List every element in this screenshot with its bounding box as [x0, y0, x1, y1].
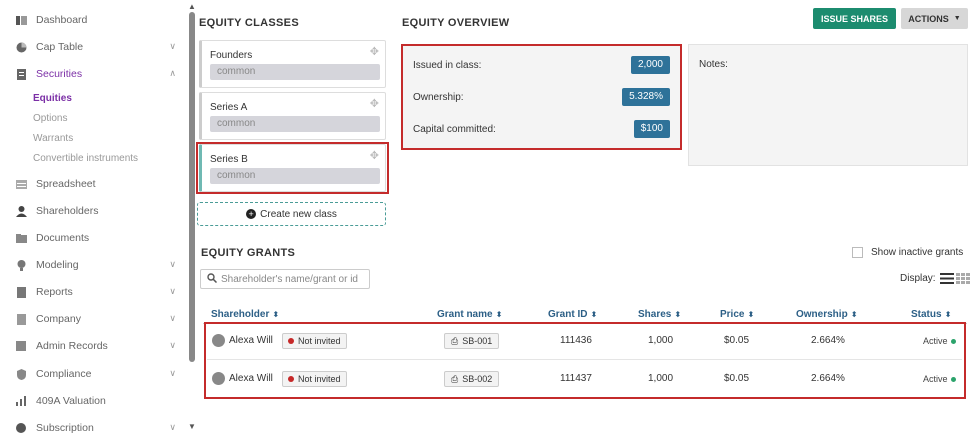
chevron-down-icon: ∨: [169, 41, 176, 51]
sort-icon: ⬍: [590, 310, 598, 319]
sort-icon: ⬍: [944, 310, 952, 319]
chevron-down-icon: ∨: [169, 259, 176, 269]
actions-dropdown-button[interactable]: ACTIONS ▼: [901, 8, 968, 29]
caret-down-icon: ▼: [953, 15, 961, 22]
building-icon: [14, 312, 28, 326]
scroll-up-arrow-icon[interactable]: ▲: [188, 2, 196, 11]
show-inactive-checkbox[interactable]: [852, 247, 863, 258]
scroll-down-arrow-icon[interactable]: ▼: [188, 422, 196, 431]
grant-search-field[interactable]: [200, 269, 370, 289]
document-icon: [14, 67, 28, 81]
sidebar-item-admin-records[interactable]: Admin Records ∨: [14, 336, 184, 356]
sort-icon: ⬍: [495, 310, 503, 319]
class-type-tag: common: [210, 64, 380, 80]
class-card-founders[interactable]: Founders ✥ common: [199, 40, 386, 88]
column-header-grant-id[interactable]: Grant ID ⬍: [548, 309, 597, 320]
pie-chart-icon: [14, 40, 28, 54]
plus-circle-icon: +: [246, 209, 257, 219]
issue-shares-button[interactable]: ISSUE SHARES: [813, 8, 896, 29]
class-type-tag: common: [210, 116, 380, 132]
highlight-box-grant-rows: [204, 322, 966, 399]
create-new-class-button[interactable]: + Create new class: [197, 202, 386, 226]
sidebar-subitem-warrants[interactable]: Warrants: [33, 130, 73, 146]
records-icon: [14, 339, 28, 353]
lightbulb-icon: [14, 258, 28, 272]
sidebar-item-company[interactable]: Company ∨: [14, 309, 184, 329]
sort-icon: ⬍: [850, 310, 858, 319]
sidebar-item-cap-table[interactable]: Cap Table ∨: [14, 37, 184, 57]
report-icon: [14, 285, 28, 299]
equity-classes-title: EQUITY CLASSES: [199, 17, 299, 29]
dashboard-icon: [14, 13, 28, 27]
highlight-box-overview: [401, 44, 682, 150]
column-header-status[interactable]: Status ⬍: [911, 309, 951, 320]
sidebar-item-modeling[interactable]: Modeling ∨: [14, 255, 184, 275]
move-icon[interactable]: ✥: [370, 45, 379, 58]
class-card-series-a[interactable]: Series A ✥ common: [199, 92, 386, 140]
chevron-down-icon: ∨: [169, 340, 176, 350]
person-icon: [14, 204, 28, 218]
sidebar-subitem-equities[interactable]: Equities: [33, 90, 72, 106]
move-icon[interactable]: ✥: [370, 97, 379, 110]
sidebar-item-subscription[interactable]: Subscription ∨: [14, 418, 184, 438]
equity-overview-title: EQUITY OVERVIEW: [402, 17, 510, 29]
sidebar-subitem-options[interactable]: Options: [33, 110, 67, 126]
sidebar-item-documents[interactable]: Documents: [14, 228, 184, 248]
class-name: Series A: [210, 102, 248, 113]
column-header-shareholder[interactable]: Shareholder ⬍: [211, 309, 279, 320]
sidebar-subitem-convertible[interactable]: Convertible instruments: [33, 150, 138, 166]
list-view-icon[interactable]: [939, 273, 954, 284]
chevron-up-icon: ∧: [169, 68, 176, 78]
sort-icon: ⬍: [272, 310, 280, 319]
sidebar: Dashboard Cap Table ∨ Securities ∧ Equit…: [0, 0, 186, 441]
column-header-grant-name[interactable]: Grant name ⬍: [437, 309, 502, 320]
sidebar-item-securities[interactable]: Securities ∧: [14, 64, 184, 84]
chevron-down-icon: ∨: [169, 422, 176, 432]
show-inactive-toggle[interactable]: Show inactive grants: [852, 247, 963, 258]
spreadsheet-icon: [14, 177, 28, 191]
chevron-down-icon: ∨: [169, 368, 176, 378]
chevron-down-icon: ∨: [169, 286, 176, 296]
sort-icon: ⬍: [674, 310, 682, 319]
sidebar-item-compliance[interactable]: Compliance ∨: [14, 364, 184, 384]
search-input[interactable]: [221, 273, 366, 285]
display-mode-switch: Display:: [900, 273, 970, 284]
column-header-ownership[interactable]: Ownership ⬍: [796, 309, 857, 320]
notes-label: Notes:: [699, 59, 728, 70]
sidebar-item-dashboard[interactable]: Dashboard: [14, 10, 184, 30]
subscription-icon: [14, 421, 28, 435]
chevron-down-icon: ∨: [169, 313, 176, 323]
sidebar-item-shareholders[interactable]: Shareholders: [14, 201, 184, 221]
sort-icon: ⬍: [747, 310, 755, 319]
equity-grants-title: EQUITY GRANTS: [201, 247, 296, 259]
column-header-price[interactable]: Price ⬍: [720, 309, 754, 320]
highlight-box-series-b: [196, 142, 389, 194]
sidebar-scrollbar[interactable]: [189, 12, 195, 362]
grid-view-icon[interactable]: [955, 273, 970, 284]
column-header-shares[interactable]: Shares ⬍: [638, 309, 681, 320]
shield-icon: [14, 367, 28, 381]
notes-panel[interactable]: Notes:: [688, 44, 968, 166]
sidebar-item-409a-valuation[interactable]: 409A Valuation: [14, 391, 184, 411]
class-name: Founders: [210, 50, 253, 61]
folder-icon: [14, 231, 28, 245]
sidebar-item-spreadsheet[interactable]: Spreadsheet: [14, 174, 184, 194]
valuation-icon: [14, 394, 28, 408]
search-icon: [207, 272, 218, 286]
sidebar-item-reports[interactable]: Reports ∨: [14, 282, 184, 302]
